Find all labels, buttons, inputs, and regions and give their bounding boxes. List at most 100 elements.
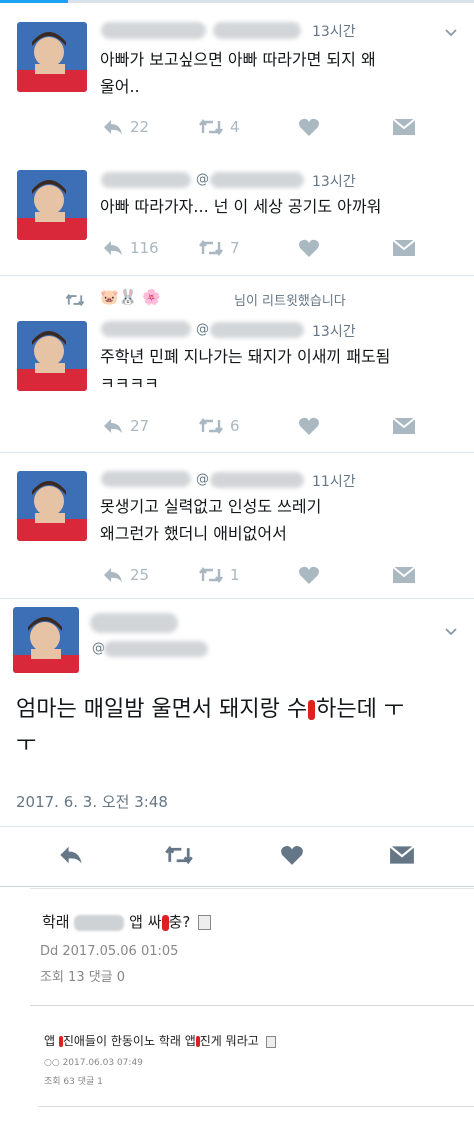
reply-button[interactable]: 116 (102, 236, 159, 260)
author-handle-redacted (210, 172, 304, 188)
author-handle-redacted (210, 472, 304, 488)
avatar[interactable] (17, 22, 87, 92)
retweeted-label: 님이 리트윗했습니다 (234, 294, 346, 309)
focus-tweet-date: 2017. 6. 3. 오전 3:48 (16, 793, 168, 811)
reply-count: 22 (130, 118, 150, 136)
tweet-actions: 22 4 (100, 115, 440, 139)
post-title-part1: 앱 (44, 1034, 56, 1048)
reply-icon (60, 846, 82, 864)
author-handle-redacted (104, 641, 208, 657)
reply-icon (104, 568, 122, 582)
reply-count: 116 (130, 239, 159, 257)
reply-button[interactable] (58, 844, 84, 870)
reply-button[interactable]: 27 (102, 414, 149, 438)
red-censor-mark (308, 700, 316, 720)
retweet-icon (199, 567, 223, 583)
top-tab-indicator (0, 0, 474, 3)
focus-text-part1: 엄마는 매일밤 울면서 돼지랑 수 (16, 697, 308, 722)
retweet-button[interactable]: 1 (198, 563, 240, 587)
retweet-button[interactable] (164, 844, 194, 870)
dm-button[interactable] (392, 563, 416, 587)
tweet-text: 주학년 민폐 지나가는 돼지가 이새끼 패도됨 ㅋㅋㅋㅋ (100, 347, 391, 393)
envelope-icon (392, 566, 416, 583)
reply-button[interactable]: 25 (102, 563, 149, 587)
dm-button[interactable] (392, 236, 416, 260)
heart-icon (299, 566, 319, 584)
like-button[interactable] (298, 414, 320, 438)
chevron-down-icon[interactable] (444, 26, 458, 40)
reply-icon (104, 419, 122, 433)
heart-icon (281, 846, 303, 865)
heart-icon (299, 239, 319, 257)
avatar[interactable] (13, 607, 79, 673)
focus-text-part2: 하는데 ㅜ (316, 697, 405, 722)
avatar[interactable] (17, 321, 87, 391)
post-title-part1: 학래 (42, 913, 70, 931)
focus-tweet-actions (0, 844, 474, 870)
tweet-2[interactable]: @ 13시간 아빠 따라가자... 넌 이 세상 공기도 아까워 116 7 (0, 152, 474, 276)
retweet-count: 4 (230, 118, 240, 136)
dm-button[interactable] (392, 115, 416, 139)
retweeter-emoji: 🐷🐰 🌸 (100, 288, 161, 306)
author-handle: @ (196, 172, 209, 187)
reply-count: 25 (130, 566, 150, 584)
community-post-2[interactable]: 앱 진애들이 한동이노 학래 앱 진게 뭐라고 ○○ 2017.06.03 07:… (38, 1006, 474, 1107)
tweet-1[interactable]: 13시간 아빠가 보고싶으면 아빠 따라가면 되지 왜 울어.. 22 4 (0, 4, 474, 153)
tweet-text: 못생기고 실력없고 인성도 쓰레기 왜그런가 했더니 애비없어서 (100, 497, 322, 543)
tweet-3[interactable]: 🐷🐰 🌸 님이 리트윗했습니다 @ 13시간 주학년 민폐 지나가는 돼지가 이… (0, 276, 474, 453)
author-name[interactable] (90, 613, 178, 633)
like-button[interactable] (280, 844, 304, 870)
document-icon (265, 1035, 276, 1048)
retweet-button[interactable]: 7 (198, 236, 240, 260)
tweet-time: 13시간 (312, 24, 356, 40)
like-button[interactable] (298, 563, 320, 587)
retweet-button[interactable]: 4 (198, 115, 240, 139)
post-title-part3: 진게 뭐라고 (199, 1034, 259, 1048)
post-title: 학래 앱 싸 충? (42, 911, 212, 932)
envelope-icon (389, 845, 415, 864)
document-icon (198, 915, 212, 930)
post-title-part2: 앱 싸 (129, 913, 162, 931)
divider (0, 826, 474, 827)
avatar[interactable] (17, 471, 87, 541)
author-handle: @ (196, 322, 209, 337)
post-title: 앱 진애들이 한동이노 학래 앱 진게 뭐라고 (44, 1032, 276, 1049)
author-handle-redacted (210, 322, 304, 338)
retweet-icon (64, 292, 86, 311)
heart-icon (299, 417, 319, 435)
redacted-word (74, 914, 125, 931)
envelope-icon (392, 239, 416, 256)
community-post-1[interactable]: 학래 앱 싸 충? Dd 2017.05.06 01:05 조회 13 댓글 0 (30, 888, 474, 1006)
avatar[interactable] (17, 170, 87, 240)
retweet-icon (199, 418, 223, 434)
reply-button[interactable]: 22 (102, 115, 149, 139)
retweet-button[interactable]: 6 (198, 414, 240, 438)
tweet-text: 아빠가 보고싶으면 아빠 따라가면 되지 왜 울어.. (100, 50, 376, 96)
retweet-context: 🐷🐰 🌸 님이 리트윗했습니다 (0, 288, 474, 312)
post-date: ○○ 2017.06.03 07:49 (44, 1058, 143, 1068)
author-name[interactable] (101, 20, 301, 40)
retweet-count: 6 (230, 417, 240, 435)
chevron-down-icon[interactable] (444, 625, 458, 639)
tweet-time: 11시간 (312, 474, 356, 490)
like-button[interactable] (298, 115, 320, 139)
retweet-count: 7 (230, 239, 240, 257)
heart-icon (299, 118, 319, 136)
tweet-actions: 27 6 (100, 414, 440, 438)
author-handle: @ (196, 472, 209, 487)
tweet-time: 13시간 (312, 324, 356, 340)
tweet-actions: 116 7 (100, 236, 440, 260)
focus-tweet-text: 엄마는 매일밤 울면서 돼지랑 수 하는데 ㅜ ㅜ (16, 692, 466, 762)
tweet-4[interactable]: @ 11시간 못생기고 실력없고 인성도 쓰레기 왜그런가 했더니 애비없어서 … (0, 453, 474, 599)
dm-button[interactable] (389, 844, 415, 870)
tweet-time: 13시간 (312, 174, 356, 190)
reply-icon (104, 120, 122, 134)
envelope-icon (392, 118, 416, 135)
active-tab-accent (0, 0, 68, 3)
tweet-actions: 25 1 (100, 563, 440, 587)
dm-button[interactable] (392, 414, 416, 438)
like-button[interactable] (298, 236, 320, 260)
retweet-icon (199, 119, 223, 135)
reply-count: 27 (130, 417, 150, 435)
post-date: Dd 2017.05.06 01:05 (40, 944, 179, 959)
